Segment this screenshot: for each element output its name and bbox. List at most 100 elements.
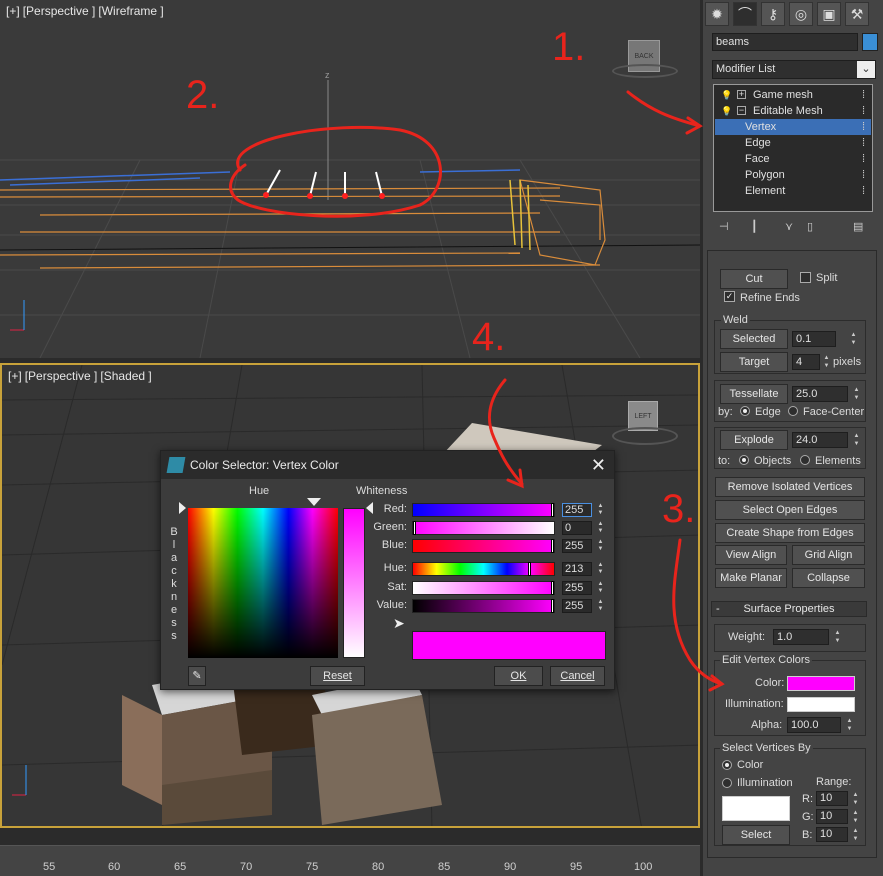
- explode-objects-radio[interactable]: [739, 455, 749, 465]
- range-b-spinner[interactable]: ▲ ▼: [851, 827, 860, 842]
- weight-spinner[interactable]: ▲ ▼: [833, 629, 842, 645]
- channel-value-red[interactable]: 255: [562, 503, 592, 517]
- surface-properties-rollout-header[interactable]: - Surface Properties: [711, 601, 867, 617]
- channel-spinner[interactable]: ▲ ▼: [596, 521, 605, 535]
- channel-slider-blue[interactable]: [412, 539, 555, 553]
- modifier-toggle-icon[interactable]: 💡: [721, 103, 732, 119]
- stack-item-editable-mesh[interactable]: 💡 − Editable Mesh ⁞: [715, 103, 871, 119]
- select-vertices-button[interactable]: Select: [722, 825, 790, 845]
- configure-sets-icon[interactable]: ▤: [853, 220, 863, 233]
- viewcube-bottom[interactable]: LEFT: [612, 401, 682, 451]
- slider-thumb[interactable]: [413, 521, 416, 535]
- channel-spinner[interactable]: ▲ ▼: [596, 581, 605, 595]
- channel-slider-sat[interactable]: [412, 581, 555, 595]
- modifier-stack[interactable]: 💡 + Game mesh ⁞ 💡 − Editable Mesh ⁞ Vertex ⁞ Edge ⁞…: [713, 84, 873, 212]
- viewport-shading-menu[interactable]: [Wireframe ]: [98, 4, 163, 18]
- viewport-plus-menu[interactable]: [+]: [6, 4, 20, 18]
- explode-spinner[interactable]: ▲ ▼: [852, 432, 861, 448]
- channel-value-blue[interactable]: 255: [562, 539, 592, 553]
- stack-item-game-mesh[interactable]: 💡 + Game mesh ⁞: [715, 87, 871, 103]
- weld-threshold-spinner[interactable]: ▲ ▼: [849, 331, 858, 347]
- view-align-button[interactable]: View Align: [715, 545, 787, 565]
- weight-field[interactable]: 1.0: [773, 629, 829, 645]
- slider-thumb[interactable]: [528, 562, 532, 576]
- show-end-result-icon[interactable]: ┃: [751, 220, 758, 233]
- remove-isolated-vertices-button[interactable]: Remove Isolated Vertices: [715, 477, 865, 497]
- viewport-plus-menu[interactable]: [+]: [8, 369, 22, 383]
- make-unique-icon[interactable]: ⋎: [785, 220, 793, 233]
- viewport-pov-menu[interactable]: [Perspective ]: [23, 4, 96, 18]
- channel-spinner[interactable]: ▲ ▼: [596, 539, 605, 553]
- tessellate-button[interactable]: Tessellate: [720, 384, 788, 404]
- weld-threshold-field[interactable]: 0.1: [792, 331, 836, 347]
- reset-button[interactable]: Reset: [310, 666, 365, 686]
- cancel-button[interactable]: Cancel: [550, 666, 605, 686]
- slider-thumb[interactable]: [551, 599, 554, 613]
- ok-button[interactable]: OK: [494, 666, 543, 686]
- stack-item-face[interactable]: Face ⁞: [715, 151, 871, 167]
- channel-slider-value[interactable]: [412, 599, 555, 613]
- rollout-collapse-toggle[interactable]: -: [716, 602, 720, 616]
- create-shape-from-edges-button[interactable]: Create Shape from Edges: [715, 523, 865, 543]
- alpha-spinner[interactable]: ▲ ▼: [845, 717, 854, 733]
- weld-pixels-field[interactable]: 4: [792, 354, 820, 370]
- color-selector-dialog[interactable]: Color Selector: Vertex Color ✕ Hue White…: [160, 450, 615, 690]
- channel-slider-red[interactable]: [412, 503, 555, 517]
- channel-spinner[interactable]: ▲ ▼: [596, 599, 605, 613]
- modifier-list-dropdown[interactable]: Modifier List ⌄: [712, 60, 876, 79]
- channel-slider-green[interactable]: [412, 521, 555, 535]
- range-r-field[interactable]: 10: [816, 791, 848, 806]
- select-by-illumination-radio[interactable]: [722, 778, 732, 788]
- pin-stack-icon[interactable]: ⊣: [719, 220, 729, 233]
- timeline-ruler[interactable]: 55 60 65 70 75 80 85 90 95 100: [0, 845, 700, 876]
- weld-target-button[interactable]: Target: [720, 352, 788, 372]
- viewport-shading-menu[interactable]: [Shaded ]: [100, 369, 151, 383]
- modify-tab-icon[interactable]: ⌒: [733, 2, 757, 26]
- hue-pointer-icon[interactable]: [307, 498, 321, 506]
- slider-thumb[interactable]: [551, 539, 554, 553]
- cut-button[interactable]: Cut: [720, 269, 788, 289]
- close-icon[interactable]: ✕: [591, 455, 606, 476]
- explode-angle-field[interactable]: 24.0: [792, 432, 848, 448]
- channel-value-value[interactable]: 255: [562, 599, 592, 613]
- hierarchy-tab-icon[interactable]: ⚷: [761, 2, 785, 26]
- dialog-titlebar[interactable]: Color Selector: Vertex Color ✕: [161, 451, 614, 479]
- alpha-field[interactable]: 100.0: [787, 717, 841, 733]
- viewport-perspective-wireframe[interactable]: [+] [Perspective ] [Wireframe ] z BACK: [0, 0, 700, 358]
- motion-tab-icon[interactable]: ◎: [789, 2, 813, 26]
- display-tab-icon[interactable]: ▣: [817, 2, 841, 26]
- stack-item-edge[interactable]: Edge ⁞: [715, 135, 871, 151]
- create-tab-icon[interactable]: ✹: [705, 2, 729, 26]
- vertex-color-swatch[interactable]: [787, 676, 855, 691]
- viewport-pov-menu[interactable]: [Perspective ]: [25, 369, 98, 383]
- remove-modifier-icon[interactable]: ▯: [807, 220, 813, 233]
- expand-toggle-icon[interactable]: −: [737, 106, 746, 115]
- range-b-field[interactable]: 10: [816, 827, 848, 842]
- refine-ends-checkbox[interactable]: ✓: [724, 291, 735, 302]
- slider-thumb[interactable]: [551, 581, 554, 595]
- split-checkbox[interactable]: [800, 272, 811, 283]
- select-color-swatch[interactable]: [722, 796, 790, 821]
- hue-blackness-spectrum[interactable]: [188, 508, 338, 658]
- stack-item-element[interactable]: Element ⁞: [715, 183, 871, 199]
- modifier-toggle-icon[interactable]: 💡: [721, 87, 732, 103]
- weld-selected-button[interactable]: Selected: [720, 329, 788, 349]
- viewcube-top[interactable]: BACK: [612, 40, 682, 82]
- tessellate-tension-field[interactable]: 25.0: [792, 386, 848, 402]
- select-by-color-radio[interactable]: [722, 760, 732, 770]
- slider-thumb[interactable]: [551, 503, 554, 517]
- make-planar-button[interactable]: Make Planar: [715, 568, 787, 588]
- object-name-field[interactable]: beams: [712, 33, 858, 51]
- explode-elements-radio[interactable]: [800, 455, 810, 465]
- channel-spinner[interactable]: ▲ ▼: [596, 503, 605, 517]
- stack-item-polygon[interactable]: Polygon ⁞: [715, 167, 871, 183]
- range-r-spinner[interactable]: ▲ ▼: [851, 791, 860, 806]
- tessellate-edge-radio[interactable]: [740, 406, 750, 416]
- channel-value-green[interactable]: 0: [562, 521, 592, 535]
- chevron-down-icon[interactable]: ⌄: [857, 61, 875, 78]
- object-color-swatch[interactable]: [862, 33, 878, 51]
- explode-button[interactable]: Explode: [720, 430, 788, 450]
- select-open-edges-button[interactable]: Select Open Edges: [715, 500, 865, 520]
- illumination-color-swatch[interactable]: [787, 697, 855, 712]
- range-g-field[interactable]: 10: [816, 809, 848, 824]
